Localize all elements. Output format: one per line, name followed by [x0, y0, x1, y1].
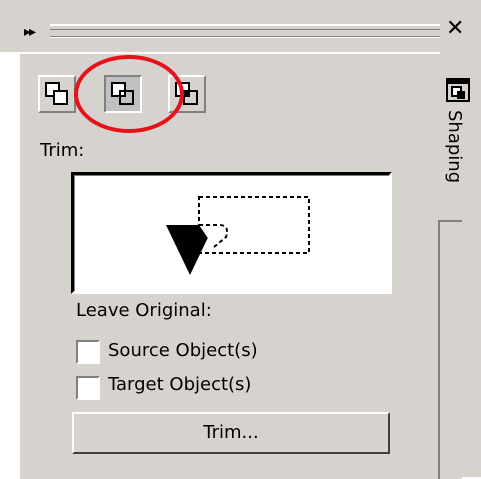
- tab-strip-divider: [438, 220, 462, 479]
- mode-label: Trim:: [40, 140, 85, 161]
- expand-icon[interactable]: ▸▸: [24, 24, 36, 40]
- weld-icon: [45, 82, 68, 105]
- highlight-circle: [74, 55, 184, 133]
- trim-preview: [71, 172, 392, 294]
- target-objects-label: Target Object(s): [108, 374, 252, 395]
- weld-button[interactable]: [38, 75, 76, 113]
- trim-button[interactable]: Trim...: [72, 412, 390, 454]
- trim-preview-icon: [166, 196, 310, 275]
- target-objects-checkbox[interactable]: [76, 376, 100, 400]
- source-objects-checkbox[interactable]: [76, 340, 100, 364]
- source-objects-label: Source Object(s): [108, 340, 258, 361]
- tab-shaping-label: Shaping: [444, 110, 465, 184]
- leave-original-label: Leave Original:: [76, 300, 212, 321]
- close-icon[interactable]: ✕: [446, 16, 464, 41]
- drag-grip[interactable]: [50, 24, 440, 38]
- shaping-docker-icon: [446, 78, 472, 104]
